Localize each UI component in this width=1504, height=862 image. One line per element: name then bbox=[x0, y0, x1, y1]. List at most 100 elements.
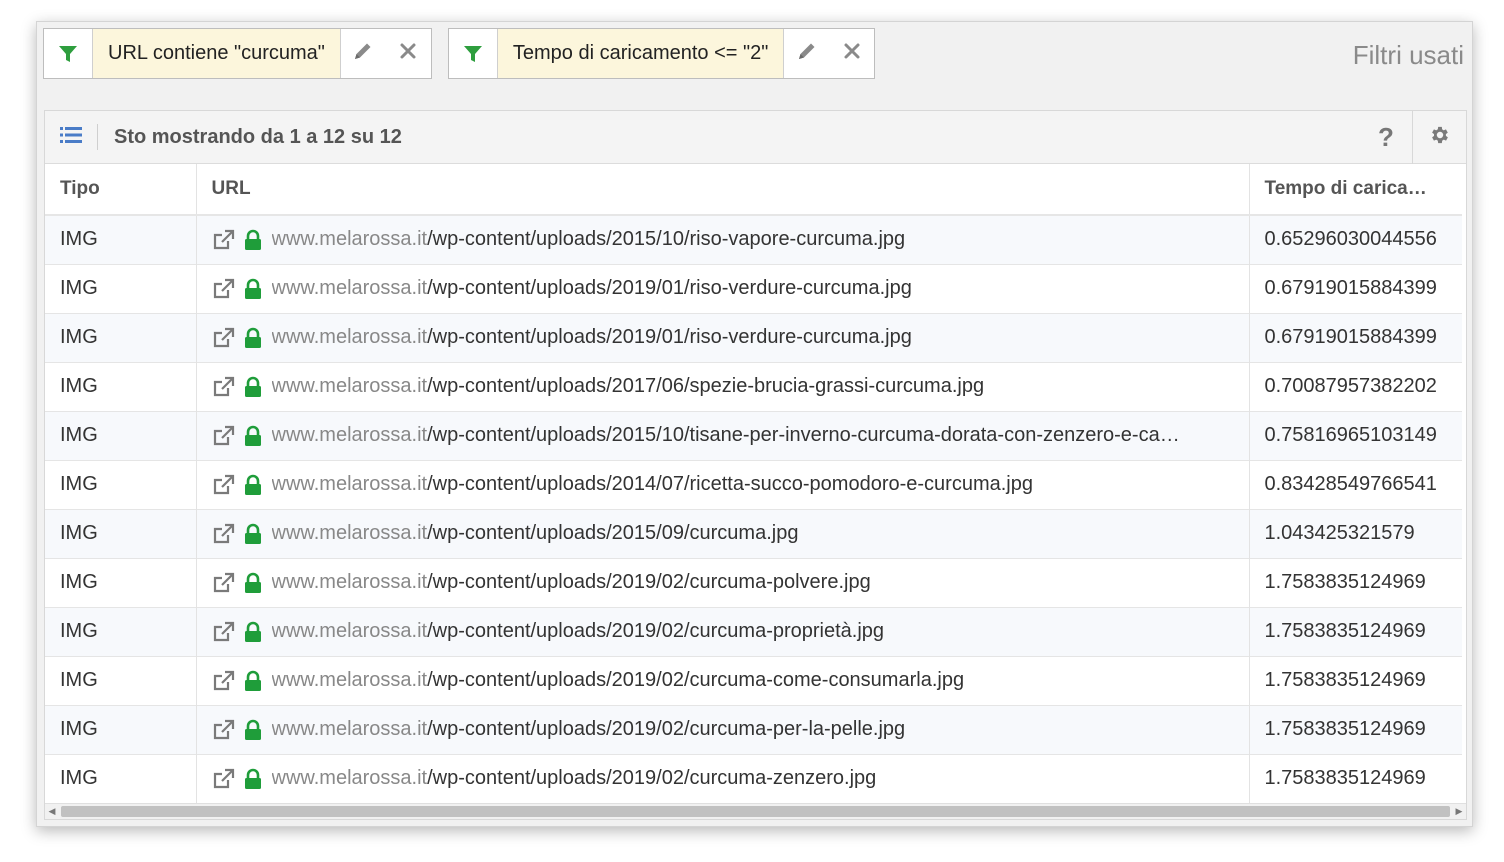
help-button[interactable]: ? bbox=[1360, 122, 1412, 153]
external-link-icon[interactable] bbox=[212, 621, 236, 643]
url-link[interactable]: www.melarossa.it/wp-content/uploads/2019… bbox=[272, 620, 885, 643]
lock-icon bbox=[244, 768, 262, 790]
gear-icon bbox=[1429, 124, 1451, 151]
remove-filter-button[interactable] bbox=[386, 29, 431, 78]
cell-url: www.melarossa.it/wp-content/uploads/2019… bbox=[196, 312, 1250, 362]
url-link[interactable]: www.melarossa.it/wp-content/uploads/2019… bbox=[272, 767, 877, 790]
lock-icon bbox=[244, 719, 262, 741]
table-row[interactable]: IMG www.melarossa.it/wp-content/uploads/2… bbox=[45, 459, 1462, 509]
url-domain: www.melarossa.it bbox=[271, 767, 428, 790]
cell-tipo: IMG bbox=[45, 361, 197, 411]
url-link[interactable]: www.melarossa.it/wp-content/uploads/2015… bbox=[272, 424, 1180, 447]
filter-chip-label[interactable]: Tempo di caricamento <= "2" bbox=[497, 29, 785, 78]
column-header-tipo[interactable]: Tipo bbox=[45, 164, 197, 216]
url-link[interactable]: www.melarossa.it/wp-content/uploads/2019… bbox=[272, 718, 906, 741]
table-row[interactable]: IMG www.melarossa.it/wp-content/uploads/2… bbox=[45, 312, 1462, 362]
url-path: /wp-content/uploads/2015/09/curcuma.jpg bbox=[427, 522, 799, 544]
url-link[interactable]: www.melarossa.it/wp-content/uploads/2019… bbox=[272, 277, 912, 300]
url-link[interactable]: www.melarossa.it/wp-content/uploads/2019… bbox=[272, 571, 871, 594]
close-icon bbox=[399, 42, 417, 65]
cell-tempo: 1.7583835124969 bbox=[1249, 753, 1462, 803]
scroll-right-icon[interactable]: ▶ bbox=[1452, 806, 1466, 817]
scroll-left-icon[interactable]: ◀ bbox=[45, 806, 59, 817]
cell-tempo: 0.83428549766541 bbox=[1249, 459, 1462, 509]
url-link[interactable]: www.melarossa.it/wp-content/uploads/2014… bbox=[272, 473, 1034, 496]
lock-icon bbox=[244, 425, 262, 447]
edit-filter-button[interactable] bbox=[341, 29, 386, 78]
external-link-icon[interactable] bbox=[212, 572, 236, 594]
table-row[interactable]: IMG www.melarossa.it/wp-content/uploads/2… bbox=[45, 753, 1462, 803]
url-link[interactable]: www.melarossa.it/wp-content/uploads/2017… bbox=[272, 375, 985, 398]
filter-chip-label[interactable]: URL contiene "curcuma" bbox=[93, 29, 341, 78]
cell-url: www.melarossa.it/wp-content/uploads/2015… bbox=[196, 508, 1250, 558]
horizontal-scrollbar[interactable]: ◀ ▶ bbox=[45, 803, 1466, 819]
edit-filter-button[interactable] bbox=[784, 29, 829, 78]
table-row[interactable]: IMG www.melarossa.it/wp-content/uploads/2… bbox=[45, 361, 1462, 411]
url-path: /wp-content/uploads/2014/07/ricetta-succ… bbox=[427, 473, 1033, 495]
url-domain: www.melarossa.it bbox=[271, 277, 428, 299]
cell-tempo: 0.75816965103149 bbox=[1249, 410, 1462, 460]
list-icon bbox=[60, 126, 82, 149]
table-header-row: Tipo URL Tempo di carica… bbox=[45, 164, 1462, 216]
external-link-icon[interactable] bbox=[212, 523, 236, 545]
cell-tipo: IMG bbox=[45, 655, 197, 705]
cell-tipo: IMG bbox=[45, 704, 197, 754]
table-row[interactable]: IMG www.melarossa.it/wp-content/uploads/2… bbox=[45, 263, 1462, 313]
close-icon bbox=[843, 42, 861, 65]
url-path: /wp-content/uploads/2019/01/riso-verdure… bbox=[427, 326, 912, 348]
url-link[interactable]: www.melarossa.it/wp-content/uploads/2019… bbox=[272, 669, 965, 692]
cell-url: www.melarossa.it/wp-content/uploads/2014… bbox=[196, 459, 1250, 509]
cell-url: www.melarossa.it/wp-content/uploads/2019… bbox=[196, 557, 1250, 607]
table-row[interactable]: IMG www.melarossa.it/wp-content/uploads/2… bbox=[45, 410, 1462, 460]
scrollbar-thumb[interactable] bbox=[61, 806, 1450, 817]
filters-used-label: Filtri usati bbox=[1352, 40, 1464, 70]
cell-tempo: 1.7583835124969 bbox=[1249, 557, 1462, 607]
url-domain: www.melarossa.it bbox=[271, 669, 428, 691]
cell-tempo: 1.043425321579 bbox=[1249, 508, 1462, 558]
pencil-icon bbox=[796, 40, 818, 67]
url-domain: www.melarossa.it bbox=[271, 473, 428, 495]
url-link[interactable]: www.melarossa.it/wp-content/uploads/2015… bbox=[272, 228, 906, 251]
remove-filter-button[interactable] bbox=[829, 29, 874, 78]
cell-tempo: 1.7583835124969 bbox=[1249, 655, 1462, 705]
url-path: /wp-content/uploads/2019/02/curcuma-per-… bbox=[427, 718, 906, 740]
filter-icon[interactable] bbox=[44, 29, 93, 78]
url-domain: www.melarossa.it bbox=[271, 375, 428, 397]
table-row[interactable]: IMG www.melarossa.it/wp-content/uploads/2… bbox=[45, 508, 1462, 558]
results-toolbar: Sto mostrando da 1 a 12 su 12 ? bbox=[45, 111, 1466, 164]
cell-tipo: IMG bbox=[45, 214, 197, 264]
lock-icon bbox=[244, 327, 262, 349]
filter-icon[interactable] bbox=[448, 29, 498, 78]
url-link[interactable]: www.melarossa.it/wp-content/uploads/2015… bbox=[272, 522, 799, 545]
url-domain: www.melarossa.it bbox=[271, 326, 428, 348]
settings-button[interactable] bbox=[1412, 111, 1466, 164]
external-link-icon[interactable] bbox=[212, 670, 236, 692]
external-link-icon[interactable] bbox=[212, 229, 236, 251]
external-link-icon[interactable] bbox=[212, 719, 236, 741]
external-link-icon[interactable] bbox=[212, 376, 236, 398]
url-domain: www.melarossa.it bbox=[271, 424, 428, 446]
external-link-icon[interactable] bbox=[212, 327, 236, 349]
external-link-icon[interactable] bbox=[212, 768, 236, 790]
cell-url: www.melarossa.it/wp-content/uploads/2017… bbox=[196, 361, 1250, 411]
table-row[interactable]: IMG www.melarossa.it/wp-content/uploads/2… bbox=[45, 606, 1462, 656]
external-link-icon[interactable] bbox=[212, 474, 236, 496]
lock-icon bbox=[244, 621, 262, 643]
column-header-tempo[interactable]: Tempo di carica… bbox=[1249, 164, 1462, 216]
lock-icon bbox=[244, 376, 262, 398]
external-link-icon[interactable] bbox=[212, 425, 236, 447]
cell-tempo: 1.7583835124969 bbox=[1249, 704, 1462, 754]
url-link[interactable]: www.melarossa.it/wp-content/uploads/2019… bbox=[272, 326, 912, 349]
lock-icon bbox=[244, 474, 262, 496]
table-row[interactable]: IMG www.melarossa.it/wp-content/uploads/2… bbox=[45, 214, 1462, 264]
table-row[interactable]: IMG www.melarossa.it/wp-content/uploads/2… bbox=[45, 704, 1462, 754]
cell-tipo: IMG bbox=[45, 459, 197, 509]
lock-icon bbox=[244, 670, 262, 692]
table-row[interactable]: IMG www.melarossa.it/wp-content/uploads/2… bbox=[45, 557, 1462, 607]
external-link-icon[interactable] bbox=[212, 278, 236, 300]
table-row[interactable]: IMG www.melarossa.it/wp-content/uploads/2… bbox=[45, 655, 1462, 705]
cell-url: www.melarossa.it/wp-content/uploads/2019… bbox=[196, 753, 1250, 803]
url-path: /wp-content/uploads/2019/02/curcuma-zenz… bbox=[427, 767, 877, 790]
list-view-button[interactable] bbox=[45, 111, 97, 164]
column-header-url[interactable]: URL bbox=[196, 164, 1250, 216]
